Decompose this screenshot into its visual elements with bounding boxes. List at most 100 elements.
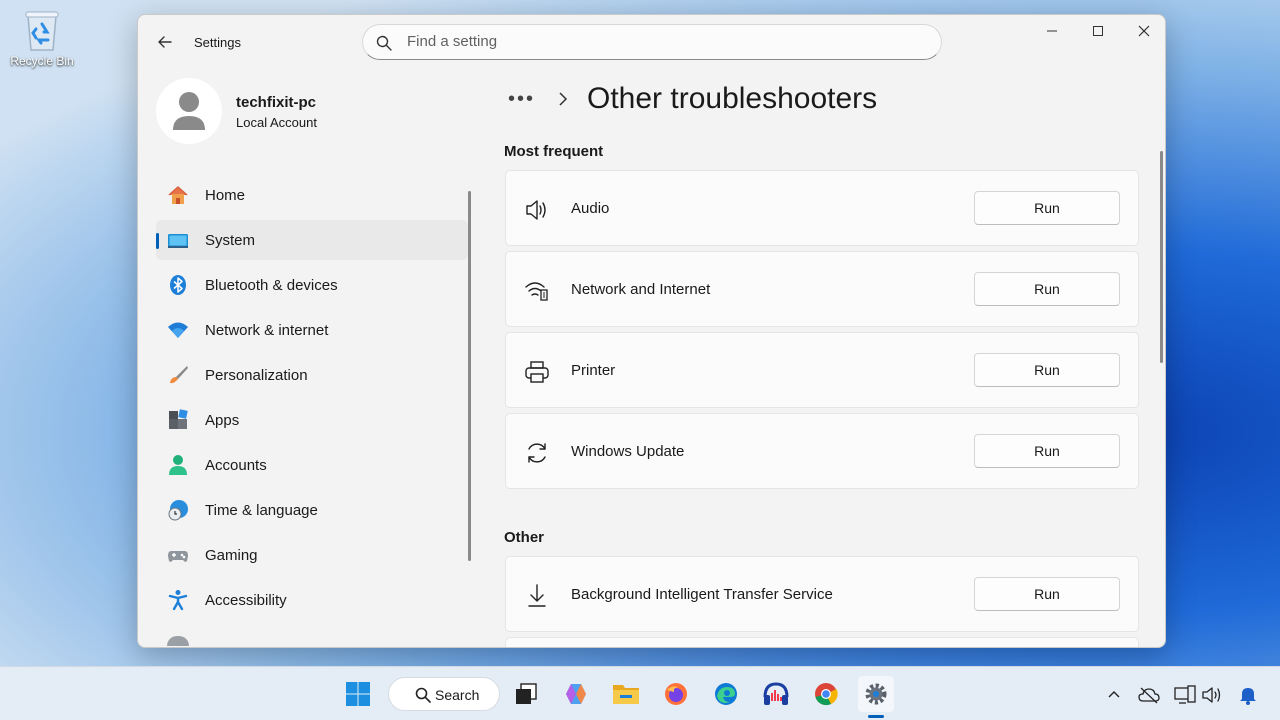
volume-icon xyxy=(1202,687,1221,703)
sidebar-item-personalization[interactable]: Personalization xyxy=(156,355,468,395)
back-button[interactable] xyxy=(154,31,176,53)
run-printer-button[interactable]: Run xyxy=(974,353,1120,387)
settings-window: Settings techfixit-pc Local Account Home xyxy=(137,14,1166,648)
speaker-icon xyxy=(524,197,550,223)
notifications-button[interactable] xyxy=(1237,684,1259,706)
run-audio-button[interactable]: Run xyxy=(974,191,1120,225)
sidebar-item-label: Accounts xyxy=(205,456,267,474)
accessibility-icon xyxy=(167,589,189,611)
sidebar-item-label: Bluetooth & devices xyxy=(205,276,338,294)
user-avatar-icon xyxy=(173,92,205,130)
gamepad-icon xyxy=(167,544,189,566)
search-icon xyxy=(376,35,392,51)
troubleshooter-label: Printer xyxy=(571,362,616,379)
sidebar-item-accessibility[interactable]: Accessibility xyxy=(156,580,468,620)
sidebar-item-network[interactable]: Network & internet xyxy=(156,310,468,350)
avatar xyxy=(156,78,222,144)
chrome-button[interactable] xyxy=(808,676,844,712)
settings-taskbar-button[interactable] xyxy=(858,676,894,712)
title-bar: Settings xyxy=(138,15,1165,67)
breadcrumb-overflow-button[interactable]: ••• xyxy=(508,88,535,111)
onedrive-tray-button[interactable] xyxy=(1138,684,1160,706)
sidebar-item-system[interactable]: System xyxy=(156,220,468,260)
sidebar-nav: Home System Bluetooth & devices Network … xyxy=(156,175,468,625)
page-title: Other troubleshooters xyxy=(587,82,878,115)
display-icon xyxy=(1174,685,1196,704)
search-input[interactable] xyxy=(407,33,907,50)
home-icon xyxy=(167,184,189,206)
wifi-icon xyxy=(167,319,189,341)
chrome-icon xyxy=(815,683,838,706)
system-icon xyxy=(167,229,189,251)
task-view-button[interactable] xyxy=(508,676,544,712)
sidebar-item-label: Apps xyxy=(205,411,240,429)
section-heading-most-frequent: Most frequent xyxy=(504,143,604,160)
sidebar-item-partial-icon xyxy=(167,636,189,646)
troubleshooter-printer: Printer Run xyxy=(505,332,1139,408)
sidebar-item-bluetooth[interactable]: Bluetooth & devices xyxy=(156,265,468,305)
recycle-bin[interactable]: Recycle Bin xyxy=(6,6,78,68)
section-heading-other: Other xyxy=(504,529,545,546)
download-icon xyxy=(524,583,550,609)
show-hidden-icons-button[interactable] xyxy=(1103,684,1125,706)
file-explorer-button[interactable] xyxy=(608,676,644,712)
sidebar-item-home[interactable]: Home xyxy=(156,175,468,215)
troubleshooter-card-partial xyxy=(505,637,1139,647)
search-icon xyxy=(415,687,431,703)
sidebar-item-label: Home xyxy=(205,186,246,204)
sidebar-item-gaming[interactable]: Gaming xyxy=(156,535,468,575)
copilot-button[interactable] xyxy=(558,676,594,712)
display-tray-button[interactable] xyxy=(1174,684,1196,706)
close-button[interactable] xyxy=(1121,15,1165,47)
bluetooth-icon xyxy=(167,274,189,296)
account-type: Local Account xyxy=(236,115,317,130)
search-box[interactable] xyxy=(362,24,942,60)
sidebar-item-label: Personalization xyxy=(205,366,308,384)
minimize-button[interactable] xyxy=(1029,15,1075,47)
firefox-button[interactable] xyxy=(658,676,694,712)
run-network-button[interactable]: Run xyxy=(974,272,1120,306)
recycle-bin-label: Recycle Bin xyxy=(10,54,74,68)
maximize-icon xyxy=(1093,26,1103,36)
printer-icon xyxy=(524,359,550,385)
audio-app-icon xyxy=(763,682,789,705)
clock-globe-icon xyxy=(167,499,189,521)
edge-button[interactable] xyxy=(708,676,744,712)
troubleshooter-network: Network and Internet Run xyxy=(505,251,1139,327)
file-explorer-icon xyxy=(613,685,639,704)
taskbar-search-label: Search xyxy=(435,687,480,703)
main-scrollbar[interactable] xyxy=(1160,151,1163,363)
settings-icon xyxy=(865,683,887,705)
task-view-icon xyxy=(516,683,537,704)
run-bits-button[interactable]: Run xyxy=(974,577,1120,611)
edge-icon xyxy=(715,683,737,705)
chevron-up-icon xyxy=(1108,691,1120,698)
sidebar-item-accounts[interactable]: Accounts xyxy=(156,445,468,485)
troubleshooter-label: Background Intelligent Transfer Service xyxy=(571,586,833,603)
recycle-bin-icon xyxy=(22,8,62,52)
volume-tray-button[interactable] xyxy=(1201,684,1223,706)
start-button[interactable] xyxy=(340,676,376,712)
sidebar-item-label: Time & language xyxy=(205,501,318,519)
troubleshooter-label: Audio xyxy=(571,200,610,217)
breadcrumb: ••• Other troubleshooters xyxy=(508,79,877,119)
sidebar-item-label: Accessibility xyxy=(205,591,287,609)
chevron-right-icon xyxy=(559,92,568,106)
notification-bell-icon xyxy=(1240,688,1256,705)
active-app-indicator xyxy=(868,715,884,718)
back-arrow-icon xyxy=(158,36,172,48)
run-windows-update-button[interactable]: Run xyxy=(974,434,1120,468)
accounts-icon xyxy=(167,454,189,476)
audio-app-button[interactable] xyxy=(758,676,794,712)
troubleshooter-audio: Audio Run xyxy=(505,170,1139,246)
copilot-icon xyxy=(566,684,586,704)
sidebar-item-time-language[interactable]: Time & language xyxy=(156,490,468,530)
sidebar-scrollbar[interactable] xyxy=(468,191,471,561)
maximize-button[interactable] xyxy=(1075,15,1121,47)
account-name: techfixit-pc xyxy=(236,94,317,111)
network-icon xyxy=(524,278,550,304)
app-title: Settings xyxy=(194,35,241,50)
troubleshooter-windows-update: Windows Update Run xyxy=(505,413,1139,489)
sidebar-item-apps[interactable]: Apps xyxy=(156,400,468,440)
taskbar-search-button[interactable]: Search xyxy=(388,677,500,711)
